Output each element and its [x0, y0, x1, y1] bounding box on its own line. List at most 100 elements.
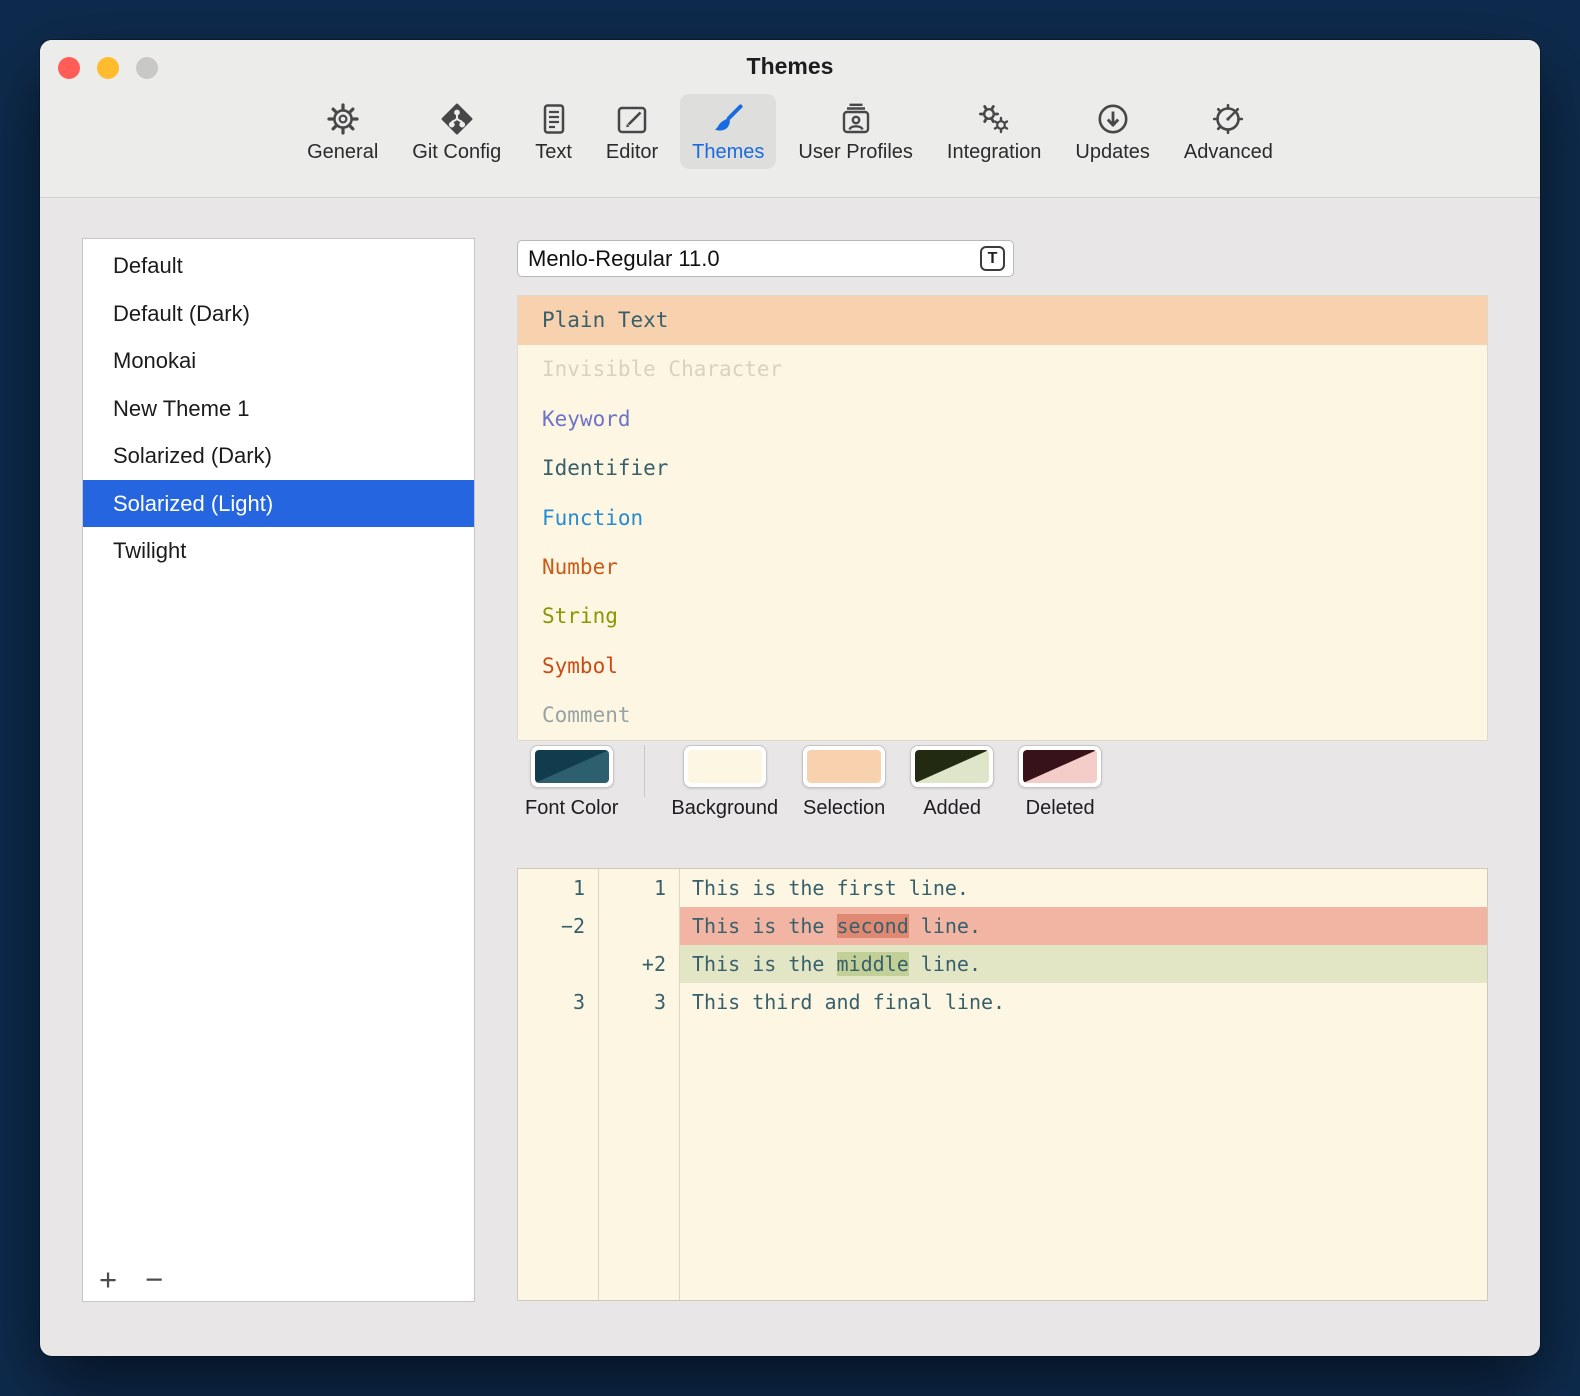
diff-line-text: This is the second line.	[679, 907, 1487, 945]
diff-text-segment: line.	[909, 952, 981, 976]
diff-text-segment: This is the first line.	[692, 876, 969, 900]
toolbar: General Git Config Text Editor Themes User Pr…	[40, 94, 1540, 169]
theme-preview: Plain TextInvisible CharacterKeywordIden…	[517, 295, 1488, 741]
swatch-row: Font Color Background Selection Added Delete…	[525, 745, 1102, 820]
user-profiles-icon	[839, 102, 873, 136]
swatch-color	[688, 750, 762, 783]
font-picker-button[interactable]: T	[980, 246, 1005, 271]
git-icon	[440, 102, 474, 136]
diff-preview: 11 This is the first line. −2 This is the s…	[517, 868, 1488, 1301]
toolbar-item-label: Integration	[947, 141, 1042, 164]
toolbar-item-label: Updates	[1075, 141, 1150, 164]
diff-old-line-number	[518, 945, 598, 983]
theme-list-panel: DefaultDefault (Dark)MonokaiNew Theme 1S…	[82, 238, 475, 1302]
swatch-divider	[644, 745, 645, 797]
remove-theme-button[interactable]: −	[145, 1263, 163, 1297]
swatch-deleted: Deleted	[1018, 745, 1102, 820]
toolbar-item-label: Text	[535, 141, 572, 164]
preview-row-string[interactable]: String	[518, 592, 1487, 641]
preview-row-function[interactable]: Function	[518, 494, 1487, 543]
toolbar-item-label: User Profiles	[798, 141, 912, 164]
theme-list: DefaultDefault (Dark)MonokaiNew Theme 1S…	[83, 239, 474, 575]
toolbar-item-label: Themes	[692, 141, 764, 164]
theme-list-item-default[interactable]: Default	[83, 242, 474, 290]
swatch-font-color: Font Color	[525, 745, 618, 820]
toolbar-item-label: Git Config	[412, 141, 501, 164]
themes-icon	[711, 102, 745, 136]
preview-row-symbol[interactable]: Symbol	[518, 642, 1487, 691]
swatch-added: Added	[910, 745, 994, 820]
theme-list-item-monokai[interactable]: Monokai	[83, 337, 474, 385]
preview-row-comment[interactable]: Comment	[518, 691, 1487, 740]
diff-row-deleted: −2 This is the second line.	[518, 907, 1487, 945]
toolbar-item-themes[interactable]: Themes	[680, 94, 776, 169]
diff-new-line-number	[598, 907, 679, 945]
swatch-label: Deleted	[1026, 797, 1095, 820]
toolbar-item-label: General	[307, 141, 378, 164]
toolbar-item-general[interactable]: General	[295, 94, 390, 169]
diff-text-segment: This is the	[692, 914, 837, 938]
preview-row-identifier[interactable]: Identifier	[518, 444, 1487, 493]
swatch-label: Background	[671, 797, 778, 820]
swatch-color	[535, 750, 609, 783]
theme-list-item-solarized-light[interactable]: Solarized (Light)	[83, 480, 474, 528]
diff-old-line-number: 3	[518, 983, 598, 1021]
toolbar-item-label: Editor	[606, 141, 658, 164]
theme-list-item-solarized-dark[interactable]: Solarized (Dark)	[83, 432, 474, 480]
diff-rows: 11 This is the first line. −2 This is the s…	[518, 869, 1487, 1021]
swatch-label: Selection	[803, 797, 885, 820]
diff-new-line-number: 1	[598, 869, 679, 907]
swatch-label: Added	[923, 797, 981, 820]
diff-line-text: This third and final line.	[679, 983, 1487, 1021]
toolbar-item-integration[interactable]: Integration	[935, 94, 1054, 169]
swatch-well-deleted[interactable]	[1018, 745, 1102, 788]
diff-text-segment: This is the	[692, 952, 837, 976]
diff-word-highlight: second	[837, 914, 909, 938]
diff-row-normal: 11 This is the first line.	[518, 869, 1487, 907]
diff-line-text: This is the middle line.	[679, 945, 1487, 983]
toolbar-item-advanced[interactable]: Advanced	[1172, 94, 1285, 169]
swatch-label: Font Color	[525, 797, 618, 820]
swatch-selection: Selection	[802, 745, 886, 820]
preview-row-keyword[interactable]: Keyword	[518, 395, 1487, 444]
swatch-well-background[interactable]	[683, 745, 767, 788]
diff-text-segment: line.	[909, 914, 981, 938]
toolbar-item-editor[interactable]: Editor	[594, 94, 670, 169]
swatch-background: Background	[671, 745, 778, 820]
titlebar: Themes General Git Config Text Editor Themes…	[40, 40, 1540, 198]
font-field[interactable]: Menlo-Regular 11.0 T	[517, 240, 1014, 277]
preview-row-number[interactable]: Number	[518, 543, 1487, 592]
toolbar-item-updates[interactable]: Updates	[1063, 94, 1162, 169]
theme-list-item-twilight[interactable]: Twilight	[83, 527, 474, 575]
diff-line-text: This is the first line.	[679, 869, 1487, 907]
swatch-well-font-color[interactable]	[530, 745, 614, 788]
diff-row-normal: 33This third and final line.	[518, 983, 1487, 1021]
content: DefaultDefault (Dark)MonokaiNew Theme 1S…	[40, 199, 1540, 1356]
diff-row-added: +2This is the middle line.	[518, 945, 1487, 983]
diff-new-line-number: +2	[598, 945, 679, 983]
diff-old-line-number: −2	[518, 907, 598, 945]
diff-new-line-number: 3	[598, 983, 679, 1021]
swatch-color	[1023, 750, 1097, 783]
swatch-well-selection[interactable]	[802, 745, 886, 788]
text-icon	[537, 102, 571, 136]
toolbar-item-user-profiles[interactable]: User Profiles	[786, 94, 924, 169]
preview-row-invisible-character[interactable]: Invisible Character	[518, 345, 1487, 394]
preview-row-plain-text[interactable]: Plain Text	[518, 296, 1487, 345]
swatch-color	[915, 750, 989, 783]
diff-word-highlight: middle	[837, 952, 909, 976]
toolbar-item-text[interactable]: Text	[523, 94, 584, 169]
gear-icon	[326, 102, 360, 136]
add-theme-button[interactable]: +	[99, 1263, 117, 1297]
swatch-well-added[interactable]	[910, 745, 994, 788]
diff-column-divider-1	[598, 869, 599, 1300]
updates-icon	[1096, 102, 1130, 136]
toolbar-item-label: Advanced	[1184, 141, 1273, 164]
toolbar-item-git-config[interactable]: Git Config	[400, 94, 513, 169]
integration-icon	[977, 102, 1011, 136]
editor-icon	[615, 102, 649, 136]
diff-old-line-number: 1	[518, 869, 598, 907]
theme-list-item-default-dark[interactable]: Default (Dark)	[83, 290, 474, 338]
preferences-window: Themes General Git Config Text Editor Themes…	[40, 40, 1540, 1356]
theme-list-item-new-theme-1[interactable]: New Theme 1	[83, 385, 474, 433]
